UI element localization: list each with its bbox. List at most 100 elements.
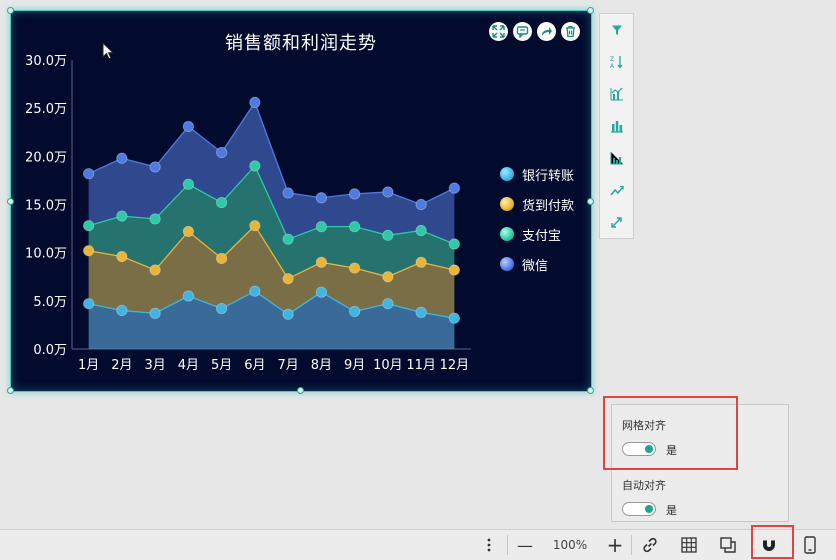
data-point[interactable]: [182, 120, 194, 133]
grouped-bar-icon[interactable]: [600, 142, 633, 174]
data-point[interactable]: [349, 262, 361, 274]
x-tick-label: 11月: [406, 358, 436, 373]
data-point[interactable]: [83, 245, 95, 257]
y-tick-label: 15.0万: [25, 199, 67, 214]
layers-icon[interactable]: [716, 530, 740, 560]
chart-side-toolbar: ZA: [599, 13, 634, 239]
data-point[interactable]: [448, 238, 460, 250]
y-tick-label: 5.0万: [33, 295, 67, 310]
y-tick-label: 0.0万: [33, 343, 67, 358]
resize-handle[interactable]: [587, 387, 594, 394]
chart-legend: 银行转账 货到付款 支付宝 微信: [500, 159, 574, 279]
filter-icon[interactable]: [600, 14, 633, 46]
data-point[interactable]: [182, 290, 194, 302]
chart-card[interactable]: 销售额和利润走势 0.0万 5.0万 10.0万 15.0万 20.0万 25.0万 30.…: [11, 11, 591, 391]
resize-handle[interactable]: [587, 7, 594, 14]
data-point[interactable]: [282, 273, 294, 285]
data-point[interactable]: [415, 198, 427, 211]
resize-handle[interactable]: [7, 7, 14, 14]
data-point[interactable]: [216, 252, 228, 265]
x-tick-label: 12月: [440, 358, 470, 373]
resize-icon[interactable]: [600, 206, 633, 238]
link-icon[interactable]: [638, 530, 662, 560]
x-tick-label: 4月: [178, 358, 199, 373]
line-chart-icon[interactable]: [600, 174, 633, 206]
resize-handle[interactable]: [7, 387, 14, 394]
data-point[interactable]: [182, 225, 194, 238]
combo-chart-icon[interactable]: [600, 78, 633, 110]
x-tick-label: 2月: [111, 358, 132, 373]
data-point[interactable]: [116, 210, 128, 222]
data-point[interactable]: [282, 187, 294, 199]
bar-chart-icon[interactable]: [600, 110, 633, 142]
data-point[interactable]: [249, 220, 261, 232]
legend-label: 微信: [522, 258, 549, 274]
data-point[interactable]: [282, 308, 294, 320]
data-point[interactable]: [349, 188, 361, 200]
legend-dot-icon: [500, 257, 514, 271]
data-point[interactable]: [83, 220, 95, 232]
auto-align-label: 自动对齐: [622, 479, 666, 492]
data-point[interactable]: [216, 146, 228, 159]
svg-text:A: A: [610, 63, 615, 69]
data-point[interactable]: [83, 298, 95, 310]
legend-label: 货到付款: [522, 198, 575, 214]
data-point[interactable]: [315, 256, 327, 268]
mobile-icon[interactable]: [798, 530, 822, 560]
data-point[interactable]: [216, 196, 228, 209]
data-point[interactable]: [116, 304, 128, 317]
x-tick-label: 1月: [78, 358, 99, 373]
data-point[interactable]: [315, 286, 327, 298]
zoom-level: 100%: [552, 538, 588, 552]
data-point[interactable]: [349, 221, 361, 233]
resize-handle[interactable]: [297, 387, 304, 394]
grid-icon[interactable]: [677, 530, 701, 560]
data-point[interactable]: [349, 305, 361, 318]
data-point[interactable]: [83, 168, 95, 180]
zoom-in-button[interactable]: +: [602, 530, 628, 560]
resize-handle[interactable]: [587, 198, 594, 205]
data-point[interactable]: [382, 229, 394, 241]
sort-icon[interactable]: ZA: [600, 46, 633, 78]
data-point[interactable]: [149, 213, 161, 225]
data-point[interactable]: [149, 307, 161, 319]
data-point[interactable]: [415, 256, 427, 268]
data-point[interactable]: [448, 312, 460, 324]
y-tick-label: 25.0万: [25, 102, 67, 117]
data-point[interactable]: [415, 306, 427, 318]
auto-align-toggle[interactable]: [622, 502, 656, 516]
data-point[interactable]: [315, 192, 327, 204]
data-point[interactable]: [448, 182, 460, 194]
data-point[interactable]: [249, 285, 261, 297]
y-tick-label: 20.0万: [25, 150, 67, 165]
data-point[interactable]: [315, 221, 327, 233]
data-point[interactable]: [448, 264, 460, 276]
resize-handle[interactable]: [7, 198, 14, 205]
x-tick-label: 9月: [344, 358, 365, 373]
x-tick-label: 8月: [311, 358, 332, 373]
legend-dot-icon: [500, 167, 514, 181]
data-point[interactable]: [249, 96, 261, 108]
x-tick-label: 10月: [373, 358, 403, 373]
data-point[interactable]: [149, 264, 161, 276]
legend-item[interactable]: 银行转账: [500, 159, 574, 189]
legend-item[interactable]: 货到付款: [500, 189, 574, 219]
data-point[interactable]: [182, 178, 194, 190]
legend-item[interactable]: 支付宝: [500, 219, 574, 249]
data-point[interactable]: [249, 160, 261, 172]
data-point[interactable]: [149, 161, 161, 173]
x-tick-label: 6月: [244, 358, 265, 373]
data-point[interactable]: [382, 298, 394, 310]
more-options-icon[interactable]: [480, 530, 498, 560]
data-point[interactable]: [116, 152, 128, 164]
data-point[interactable]: [382, 271, 394, 283]
bottom-status-bar: — 100% +: [0, 529, 836, 560]
data-point[interactable]: [382, 186, 394, 198]
zoom-out-button[interactable]: —: [512, 530, 538, 560]
legend-item[interactable]: 微信: [500, 249, 574, 279]
data-point[interactable]: [282, 233, 294, 245]
data-point[interactable]: [415, 224, 427, 237]
data-point[interactable]: [216, 302, 228, 315]
legend-label: 银行转账: [522, 168, 575, 184]
data-point[interactable]: [116, 250, 128, 263]
